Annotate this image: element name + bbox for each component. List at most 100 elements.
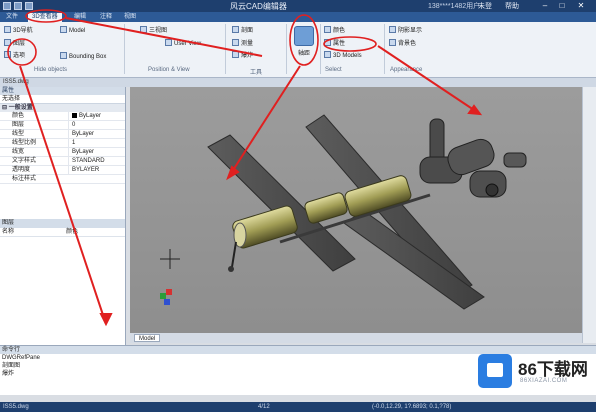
property-value: ByLayer xyxy=(68,148,94,157)
window-title: 风云CAD编辑器 xyxy=(230,2,287,11)
color-button[interactable]: 颜色 xyxy=(324,26,345,35)
options-icon xyxy=(4,51,11,58)
tab-3d-viewer[interactable]: 3D查看器 xyxy=(28,13,62,22)
ribbon: 3D导航 图层 选项 Model 三视图 User View Bounding … xyxy=(0,22,596,78)
property-value: BYLAYER xyxy=(68,166,99,175)
ruler-icon xyxy=(232,39,239,46)
group-label-appearance: Appearance xyxy=(390,67,423,73)
property-row[interactable]: 线型 ByLayer xyxy=(0,130,125,139)
group-label-tools: 工具 xyxy=(250,70,263,76)
property-row[interactable]: 线型比例 1 xyxy=(0,139,125,148)
title-bar: 风云CAD编辑器 138****1482用户 未登 帮助 – □ ✕ xyxy=(0,0,596,12)
section-button[interactable]: 剖面 xyxy=(232,26,253,35)
property-row[interactable]: 颜色 ByLayer xyxy=(0,112,125,121)
property-row[interactable]: 标注样式 xyxy=(0,175,125,184)
layers-icon xyxy=(4,39,11,46)
document-filename: ISS5.dwg xyxy=(3,79,29,85)
maximize-icon[interactable]: □ xyxy=(555,1,569,11)
layers-column-color[interactable]: 颜色 xyxy=(66,228,78,237)
watermark-url: 86XIAZAI.COM xyxy=(520,378,568,384)
watermark-logo-icon xyxy=(478,354,512,388)
section-label: 剖面 xyxy=(241,28,254,34)
measure-label: 测量 xyxy=(241,41,254,47)
group-label-hide: Hide objects xyxy=(34,67,68,73)
cad-editor-window: 风云CAD编辑器 138****1482用户 未登 帮助 – □ ✕ 文件 3D… xyxy=(0,0,596,412)
property-value: STANDARD xyxy=(68,157,105,166)
property-row[interactable]: 图层 0 xyxy=(0,121,125,130)
divider xyxy=(225,24,226,74)
user-view-label: User View xyxy=(174,41,202,47)
background-color-icon xyxy=(389,39,396,46)
color-icon xyxy=(324,26,331,33)
options-button[interactable]: 选项 xyxy=(4,51,25,60)
save-icon[interactable] xyxy=(14,2,22,10)
cube-icon xyxy=(4,26,11,33)
ucs-icon xyxy=(164,299,170,305)
shadow-button[interactable]: 阴影显示 xyxy=(389,26,422,35)
3d-viewport[interactable] xyxy=(130,87,582,333)
background-color-button[interactable]: 背景色 xyxy=(389,39,416,48)
app-menu-icon[interactable] xyxy=(3,2,11,10)
minimize-icon[interactable]: – xyxy=(538,1,552,11)
explode-button[interactable]: 爆炸 xyxy=(232,51,253,60)
layers-button[interactable]: 图层 xyxy=(4,39,25,48)
property-row[interactable]: 文字样式 STANDARD xyxy=(0,157,125,166)
layers-columns: 名称 颜色 xyxy=(0,228,125,237)
3d-nav-button[interactable]: 3D导航 xyxy=(4,26,33,35)
model-label: Model xyxy=(69,28,86,34)
general-section[interactable]: ⊟ 一般设置 xyxy=(0,104,125,112)
status-coordinates: (-0.0,12.29, 1?.6893; 0.1,?78) xyxy=(372,404,452,410)
tab-file[interactable]: 文件 xyxy=(2,13,22,22)
property-row[interactable]: 线宽 ByLayer xyxy=(0,148,125,157)
ribbon-tabs: 文件 3D查看器 编辑 注释 视图 xyxy=(0,12,596,22)
watermark-brand: 86下载网 xyxy=(518,360,588,379)
axis-label: 轴距 xyxy=(297,51,310,57)
property-key: 线宽 xyxy=(12,149,25,155)
close-icon[interactable]: ✕ xyxy=(574,1,588,11)
3d-nav-label: 3D导航 xyxy=(13,28,33,34)
property-value: ByLayer xyxy=(68,112,101,121)
3d-models-label: 3D Models xyxy=(333,53,362,59)
tab-edit[interactable]: 编辑 xyxy=(70,13,90,22)
layers-label: 图层 xyxy=(13,41,26,47)
selection-dropdown[interactable]: 无选择 xyxy=(0,95,125,104)
undo-icon[interactable] xyxy=(25,2,33,10)
properties-icon xyxy=(324,39,331,46)
property-row[interactable]: 透明度 BYLAYER xyxy=(0,166,125,175)
space-station-model xyxy=(160,114,527,310)
property-key: 图层 xyxy=(12,122,25,128)
antenna xyxy=(231,241,237,268)
axis-button[interactable]: 轴距 xyxy=(291,26,317,60)
explode-icon xyxy=(232,51,239,58)
properties-header: 属性 xyxy=(0,87,125,95)
account-name[interactable]: 138****1482用户 xyxy=(428,1,480,11)
properties-panel: 属性 无选择 ⊟ 一般设置 颜色 ByLayer 图层 0 线型 ByLayer 线型… xyxy=(0,87,126,345)
3d-models-icon xyxy=(324,51,331,58)
property-value: ByLayer xyxy=(68,130,94,139)
document-tab[interactable]: ISS5.dwg xyxy=(0,78,596,87)
three-views-button[interactable]: 三视图 xyxy=(140,26,167,35)
measure-button[interactable]: 测量 xyxy=(232,39,253,48)
divider xyxy=(320,24,321,74)
bounding-box-button[interactable]: Bounding Box xyxy=(60,52,106,61)
3d-models-button[interactable]: 3D Models xyxy=(324,51,362,60)
ucs-icon xyxy=(160,293,166,299)
tab-view[interactable]: 视图 xyxy=(120,13,140,22)
user-view-button[interactable]: User View xyxy=(165,39,201,48)
layers-column-name[interactable]: 名称 xyxy=(2,228,14,237)
options-label: 选项 xyxy=(13,53,26,59)
status-page: 4/12 xyxy=(258,404,270,410)
property-value: 1 xyxy=(68,139,75,148)
tab-annotate[interactable]: 注释 xyxy=(96,13,116,22)
vertical-scrollbar[interactable] xyxy=(582,87,596,343)
general-section-label: 一般设置 xyxy=(8,105,33,111)
model-button[interactable]: Model xyxy=(60,26,85,35)
viewport-tab-bar: Model xyxy=(130,333,582,343)
property-key: 标注样式 xyxy=(12,176,37,182)
model-tab[interactable]: Model xyxy=(134,334,161,342)
property-key: 线型 xyxy=(12,131,25,137)
divider xyxy=(384,24,385,74)
properties-button[interactable]: 属性 xyxy=(324,39,345,48)
login-button[interactable]: 未登 xyxy=(478,1,492,11)
help-button[interactable]: 帮助 xyxy=(505,1,519,11)
